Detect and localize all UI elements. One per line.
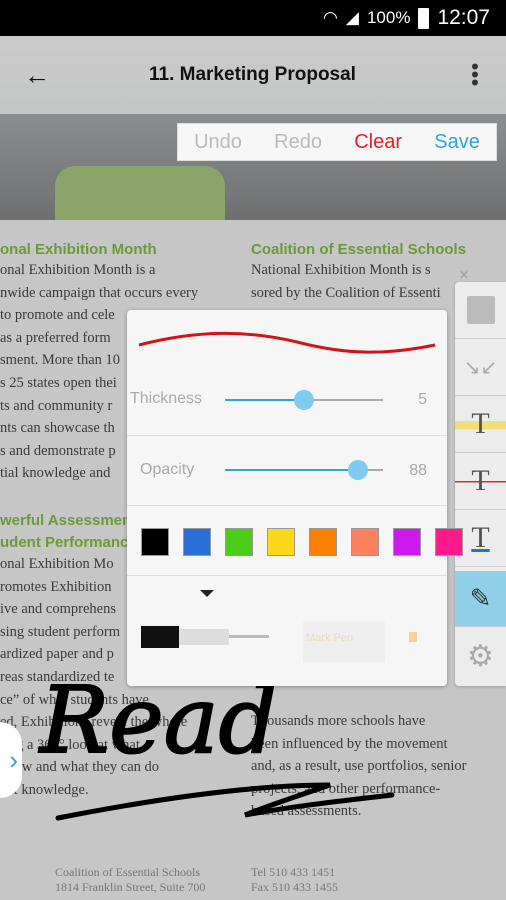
color-swatch[interactable] xyxy=(225,528,253,556)
opacity-value: 88 xyxy=(409,462,427,479)
color-swatch[interactable] xyxy=(183,528,211,556)
color-swatch[interactable] xyxy=(309,528,337,556)
marker-label: Mark Pen xyxy=(306,632,354,644)
color-swatch[interactable] xyxy=(267,528,295,556)
save-icon[interactable] xyxy=(455,282,506,339)
slider-thumb[interactable] xyxy=(294,390,314,410)
next-page-button[interactable]: › xyxy=(0,722,22,798)
opacity-row: Opacity 88 xyxy=(127,436,447,506)
chevron-right-icon: › xyxy=(9,744,18,775)
color-swatch[interactable] xyxy=(435,528,463,556)
pen-settings-panel: Thickness 5 Opacity 88 Mark Pen xyxy=(127,310,463,686)
pen-icon[interactable]: ✎ xyxy=(455,571,506,627)
thickness-label: Thickness xyxy=(130,390,203,407)
color-swatch[interactable] xyxy=(393,528,421,556)
color-swatch[interactable] xyxy=(351,528,379,556)
highlight-text-icon[interactable]: T xyxy=(455,396,506,453)
opacity-label: Opacity xyxy=(140,461,195,478)
marker-pen-icon[interactable]: Mark Pen xyxy=(303,618,423,664)
dropdown-arrow-icon[interactable] xyxy=(200,590,214,597)
slider-thumb[interactable] xyxy=(347,460,368,480)
strikethrough-text-icon[interactable]: T xyxy=(455,453,506,510)
thickness-slider[interactable] xyxy=(225,390,383,410)
thickness-value: 5 xyxy=(418,391,427,408)
settings-icon[interactable]: ⚙ xyxy=(455,628,506,685)
annotation-toolbar: ✕ ↘↙ T T T ✎ ⚙ xyxy=(455,268,506,686)
color-swatch[interactable] xyxy=(141,528,169,556)
thickness-row: Thickness 5 xyxy=(127,310,447,436)
color-palette xyxy=(127,506,463,576)
opacity-slider[interactable] xyxy=(225,460,383,480)
close-icon[interactable]: ✕ xyxy=(459,268,469,282)
fountain-pen-icon[interactable] xyxy=(141,626,271,648)
handwriting-underline xyxy=(55,782,395,821)
collapse-icon[interactable]: ↘↙ xyxy=(455,339,506,396)
